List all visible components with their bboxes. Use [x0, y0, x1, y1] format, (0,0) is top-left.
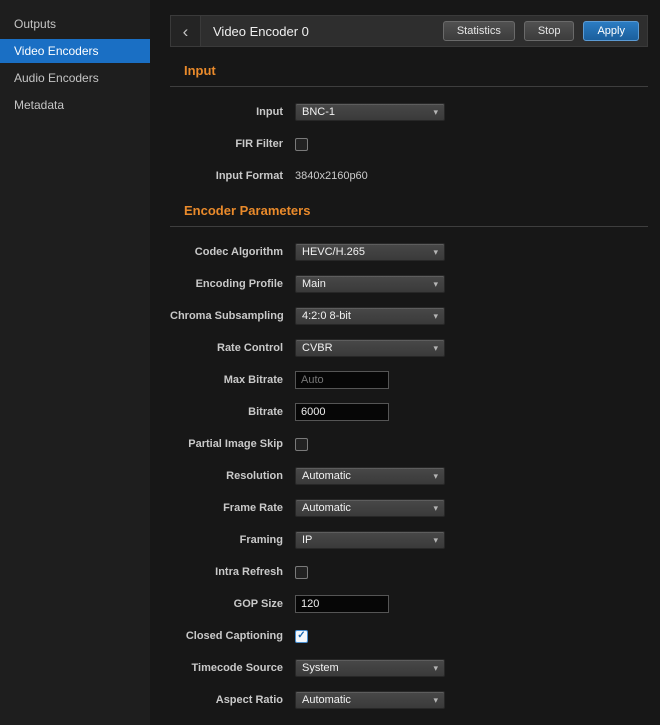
chevron-down-icon: ▾: [433, 107, 438, 118]
field-label: Max Bitrate: [170, 374, 283, 386]
field-label: Codec Algorithm: [170, 246, 283, 258]
section-input: Input Input BNC-1 ▾ FIR Filter Input Format 38…: [170, 63, 648, 185]
frame-rate-select[interactable]: Automatic ▾: [295, 499, 445, 517]
field-label: Chroma Subsampling: [170, 310, 283, 322]
select-value: CVBR: [302, 342, 429, 354]
fir-filter-checkbox[interactable]: [295, 138, 308, 151]
select-value: Main: [302, 278, 429, 290]
apply-button[interactable]: Apply: [583, 21, 639, 41]
field-row: Rate Control CVBR ▾: [170, 339, 648, 357]
chevron-down-icon: ▾: [433, 279, 438, 290]
field-row: Resolution Automatic ▾: [170, 467, 648, 485]
chevron-down-icon: ▾: [433, 695, 438, 706]
field-label: Bitrate: [170, 406, 283, 418]
field-row: Chroma Subsampling 4:2:0 8-bit ▾: [170, 307, 648, 325]
select-value: System: [302, 662, 429, 674]
field-row: FIR Filter: [170, 135, 648, 153]
gop-size-input[interactable]: [295, 595, 389, 613]
main-content: ‹ Video Encoder 0 Statistics Stop Apply …: [150, 0, 660, 725]
chevron-down-icon: ▾: [433, 471, 438, 482]
codec-algorithm-select[interactable]: HEVC/H.265 ▾: [295, 243, 445, 261]
resolution-select[interactable]: Automatic ▾: [295, 467, 445, 485]
stop-button[interactable]: Stop: [524, 21, 575, 41]
field-label: FIR Filter: [170, 138, 283, 150]
field-row: Codec Algorithm HEVC/H.265 ▾: [170, 243, 648, 261]
chevron-down-icon: ▾: [433, 663, 438, 674]
sidebar-item-metadata[interactable]: Metadata: [0, 93, 150, 117]
section-title: Encoder Parameters: [170, 203, 648, 227]
header-bar: ‹ Video Encoder 0 Statistics Stop Apply: [170, 15, 648, 47]
partial-image-skip-checkbox[interactable]: [295, 438, 308, 451]
field-row: Intra Refresh: [170, 563, 648, 581]
select-value: 4:2:0 8-bit: [302, 310, 429, 322]
max-bitrate-input[interactable]: [295, 371, 389, 389]
input-select[interactable]: BNC-1 ▾: [295, 103, 445, 121]
chroma-subsampling-select[interactable]: 4:2:0 8-bit ▾: [295, 307, 445, 325]
sidebar-item-video-encoders[interactable]: Video Encoders: [0, 39, 150, 63]
field-label: Frame Rate: [170, 502, 283, 514]
field-label: Timecode Source: [170, 662, 283, 674]
sidebar-item-audio-encoders[interactable]: Audio Encoders: [0, 66, 150, 90]
field-row: Timecode Source System ▾: [170, 659, 648, 677]
field-row: Input Format 3840x2160p60: [170, 167, 648, 185]
field-label: GOP Size: [170, 598, 283, 610]
chevron-down-icon: ▾: [433, 535, 438, 546]
select-value: Automatic: [302, 694, 429, 706]
statistics-button[interactable]: Statistics: [443, 21, 515, 41]
chevron-down-icon: ▾: [433, 311, 438, 322]
aspect-ratio-select[interactable]: Automatic ▾: [295, 691, 445, 709]
closed-captioning-checkbox[interactable]: ✓: [295, 630, 308, 643]
field-row: Aspect Ratio Automatic ▾: [170, 691, 648, 709]
field-label: Framing: [170, 534, 283, 546]
timecode-source-select[interactable]: System ▾: [295, 659, 445, 677]
bitrate-input[interactable]: [295, 403, 389, 421]
field-label: Resolution: [170, 470, 283, 482]
select-value: HEVC/H.265: [302, 246, 429, 258]
framing-select[interactable]: IP ▾: [295, 531, 445, 549]
select-value: Automatic: [302, 470, 429, 482]
chevron-down-icon: ▾: [433, 503, 438, 514]
field-row: Bitrate: [170, 403, 648, 421]
sidebar: Outputs Video Encoders Audio Encoders Metad…: [0, 0, 150, 725]
field-label: Input: [170, 106, 283, 118]
field-row: Frame Rate Automatic ▾: [170, 499, 648, 517]
chevron-down-icon: ▾: [433, 343, 438, 354]
sidebar-item-outputs[interactable]: Outputs: [0, 12, 150, 36]
intra-refresh-checkbox[interactable]: [295, 566, 308, 579]
chevron-left-icon: ‹: [183, 22, 189, 41]
field-label: Encoding Profile: [170, 278, 283, 290]
field-label: Rate Control: [170, 342, 283, 354]
field-label: Input Format: [170, 170, 283, 182]
back-button[interactable]: ‹: [171, 16, 201, 46]
field-row: Max Bitrate: [170, 371, 648, 389]
field-row: GOP Size: [170, 595, 648, 613]
input-format-value: 3840x2160p60: [295, 170, 368, 182]
rate-control-select[interactable]: CVBR ▾: [295, 339, 445, 357]
chevron-down-icon: ▾: [433, 247, 438, 258]
form-sections: Input Input BNC-1 ▾ FIR Filter Input Format 38…: [170, 63, 648, 709]
field-label: Partial Image Skip: [170, 438, 283, 450]
field-label: Aspect Ratio: [170, 694, 283, 706]
encoding-profile-select[interactable]: Main ▾: [295, 275, 445, 293]
select-value: BNC-1: [302, 106, 429, 118]
field-label: Closed Captioning: [170, 630, 283, 642]
page-title: Video Encoder 0: [213, 24, 309, 39]
section-title: Input: [170, 63, 648, 87]
select-value: Automatic: [302, 502, 429, 514]
field-row: Partial Image Skip: [170, 435, 648, 453]
field-row: Input BNC-1 ▾: [170, 103, 648, 121]
field-row: Closed Captioning ✓: [170, 627, 648, 645]
section-encoder-parameters: Encoder Parameters Codec Algorithm HEVC/H.…: [170, 203, 648, 709]
field-row: Encoding Profile Main ▾: [170, 275, 648, 293]
field-row: Framing IP ▾: [170, 531, 648, 549]
header-buttons: Statistics Stop Apply: [443, 21, 647, 41]
field-label: Intra Refresh: [170, 566, 283, 578]
select-value: IP: [302, 534, 429, 546]
